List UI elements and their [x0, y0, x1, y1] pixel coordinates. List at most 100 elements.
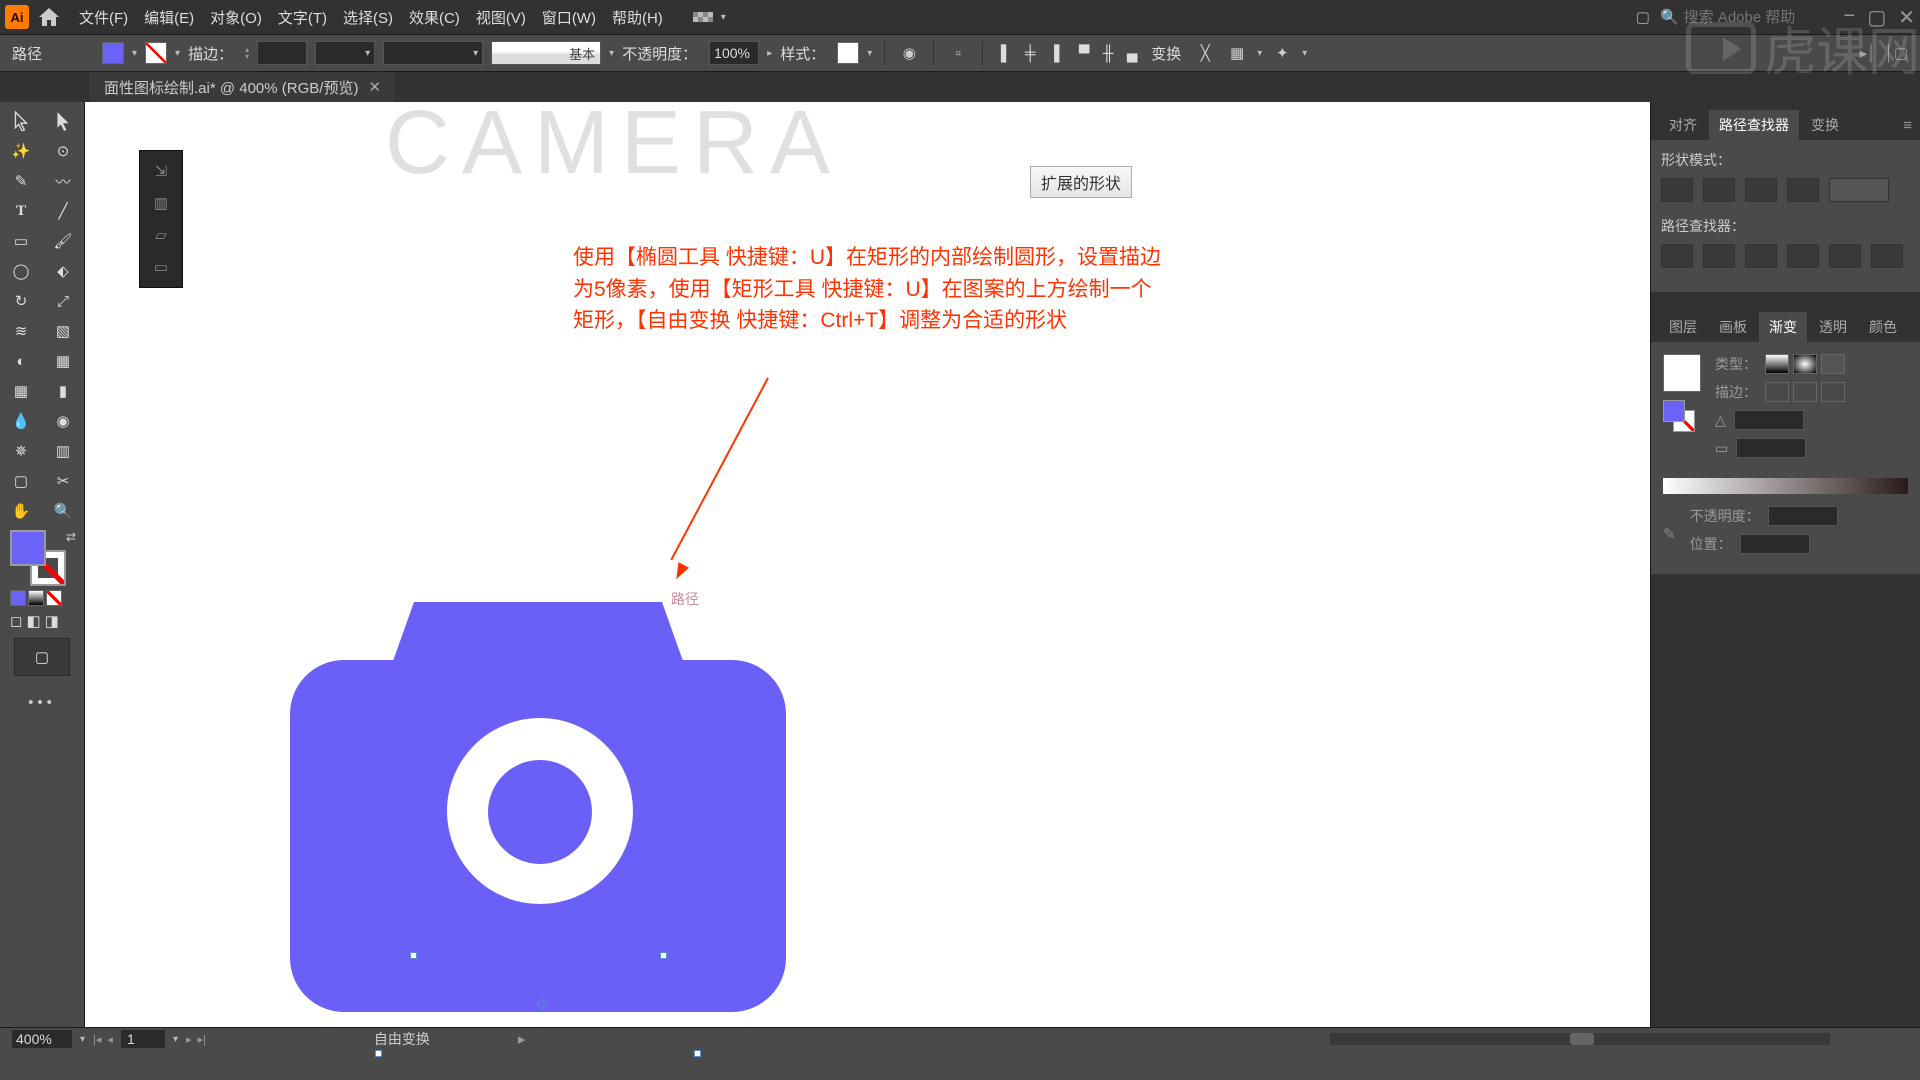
selection-tool[interactable] — [0, 106, 42, 136]
stroke-label[interactable]: 描边： — [188, 43, 233, 64]
mesh-tool[interactable]: ▦ — [0, 376, 42, 406]
menu-effect[interactable]: 效果(C) — [409, 7, 460, 28]
opacity-input[interactable] — [709, 41, 759, 65]
first-artboard-icon[interactable]: |◂ — [93, 1033, 101, 1046]
pen-tool[interactable]: ✎ — [0, 166, 42, 196]
opacity-label[interactable]: 不透明度： — [622, 43, 697, 64]
unite-icon[interactable] — [1661, 178, 1693, 202]
anchor-br[interactable] — [694, 1050, 701, 1057]
menu-select[interactable]: 选择(S) — [343, 7, 393, 28]
artboard-number-input[interactable] — [121, 1030, 165, 1048]
free-transform-icon[interactable]: ▥ — [140, 187, 182, 219]
shape-builder-tool[interactable]: ◐ — [0, 346, 42, 376]
align-bottom-icon[interactable]: ▄ — [1121, 42, 1143, 64]
rectangle-tool[interactable]: ▭ — [0, 226, 42, 256]
draw-inside-icon[interactable]: ◨ — [45, 612, 59, 630]
tab-align[interactable]: 对齐 — [1659, 110, 1707, 140]
free-distort-icon[interactable]: ▭ — [140, 251, 182, 283]
fill-dropdown[interactable]: ▾ — [132, 48, 137, 59]
stroke-weight-input[interactable] — [257, 41, 307, 65]
pref-icon[interactable]: ✦ — [1270, 41, 1294, 65]
fill-indicator[interactable] — [10, 530, 46, 566]
tab-artboards[interactable]: 画板 — [1709, 312, 1757, 342]
artboard-tool[interactable]: ▢ — [0, 466, 42, 496]
zoom-input[interactable] — [12, 1030, 72, 1048]
scrollbar-thumb[interactable] — [1570, 1033, 1594, 1045]
constrain-icon[interactable]: ⇲ — [140, 155, 182, 187]
menu-window[interactable]: 窗口(W) — [542, 7, 596, 28]
stroke-in-icon[interactable] — [1765, 382, 1789, 402]
eraser-tool[interactable]: ⬖ — [42, 256, 84, 286]
menu-view[interactable]: 视图(V) — [476, 7, 526, 28]
draw-normal-icon[interactable]: ◻ — [10, 612, 22, 630]
free-transform-tool[interactable]: ▧ — [42, 316, 84, 346]
draw-behind-icon[interactable]: ◧ — [26, 612, 40, 630]
width-tool[interactable]: ≋ — [0, 316, 42, 346]
color-mode-solid[interactable] — [10, 590, 26, 606]
tab-pathfinder[interactable]: 路径查找器 — [1709, 110, 1799, 140]
status-arrow-icon[interactable]: ▸ — [518, 1030, 526, 1048]
graph-tool[interactable]: ▥ — [42, 436, 84, 466]
gradient-fill-box[interactable] — [1663, 400, 1685, 422]
expand-shape-button[interactable]: 扩展的形状 — [1030, 166, 1132, 198]
swap-fill-stroke-icon[interactable]: ⇄ — [66, 530, 76, 544]
brush-dropdown[interactable]: ▾ — [383, 41, 483, 65]
fill-swatch[interactable] — [102, 42, 124, 64]
stop-position-input[interactable] — [1740, 534, 1810, 554]
menu-help[interactable]: 帮助(H) — [612, 7, 663, 28]
outline-icon[interactable] — [1829, 244, 1861, 268]
gradient-preview[interactable] — [1663, 354, 1701, 392]
camera-lens-inner[interactable] — [488, 760, 592, 864]
direct-selection-tool[interactable] — [42, 106, 84, 136]
align-vcenter-icon[interactable]: ╫ — [1097, 42, 1119, 64]
anchor-tl[interactable] — [410, 952, 417, 959]
crop-icon[interactable] — [1787, 244, 1819, 268]
shaper-tool[interactable]: ◯ — [0, 256, 42, 286]
slice-tool[interactable]: ✂ — [42, 466, 84, 496]
horizontal-scrollbar[interactable] — [1330, 1033, 1830, 1045]
camera-top-shape[interactable] — [414, 602, 662, 692]
gradient-slider[interactable] — [1663, 478, 1908, 494]
symbol-sprayer-tool[interactable]: ✵ — [0, 436, 42, 466]
anchor-tr[interactable] — [660, 952, 667, 959]
brush-style[interactable]: 基本 — [491, 41, 601, 65]
minus-back-icon[interactable] — [1871, 244, 1903, 268]
hand-tool[interactable]: ✋ — [0, 496, 42, 526]
merge-icon[interactable] — [1745, 244, 1777, 268]
align-top-icon[interactable]: ▀ — [1073, 42, 1095, 64]
curvature-tool[interactable]: 〰 — [42, 166, 84, 196]
eyedropper-icon[interactable]: ✎ — [1663, 525, 1676, 543]
paintbrush-tool[interactable]: 🖌 — [42, 226, 84, 256]
tab-transform[interactable]: 变换 — [1801, 110, 1849, 140]
scale-tool[interactable]: ⤢ — [42, 286, 84, 316]
shape-icon[interactable]: ╳ — [1193, 41, 1217, 65]
divide-icon[interactable] — [1661, 244, 1693, 268]
close-tab-icon[interactable]: ✕ — [368, 78, 381, 96]
document-tab[interactable]: 面性图标绘制.ai* @ 400% (RGB/预览) ✕ — [90, 72, 395, 102]
align-left-icon[interactable]: ▌ — [995, 42, 1017, 64]
expand-button[interactable] — [1829, 178, 1889, 202]
workspace-dropdown[interactable]: ▾ — [721, 12, 726, 23]
type-tool[interactable]: T — [0, 196, 42, 226]
tab-color[interactable]: 颜色 — [1859, 312, 1907, 342]
stroke-across-icon[interactable] — [1821, 382, 1845, 402]
minus-front-icon[interactable] — [1703, 178, 1735, 202]
color-mode-none[interactable] — [46, 590, 62, 606]
gradient-tool[interactable]: ▮ — [42, 376, 84, 406]
tab-gradient[interactable]: 渐变 — [1759, 312, 1807, 342]
intersect-icon[interactable] — [1745, 178, 1777, 202]
magic-wand-tool[interactable]: ✨ — [0, 136, 42, 166]
menu-object[interactable]: 对象(O) — [210, 7, 262, 28]
menu-type[interactable]: 文字(T) — [278, 7, 327, 28]
line-tool[interactable]: ╱ — [42, 196, 84, 226]
prev-artboard-icon[interactable]: ◂ — [107, 1033, 113, 1046]
aspect-input[interactable] — [1736, 438, 1806, 458]
fill-stroke-indicator[interactable]: ⇄ — [0, 526, 84, 590]
perspective-tool[interactable]: ▦ — [42, 346, 84, 376]
tab-transparency[interactable]: 透明 — [1809, 312, 1857, 342]
zoom-dropdown[interactable]: ▾ — [80, 1034, 85, 1045]
arrange-docs-icon[interactable]: ▢ — [1636, 8, 1650, 26]
align-to-icon[interactable]: ▫ — [946, 41, 970, 65]
menu-edit[interactable]: 编辑(E) — [144, 7, 194, 28]
zoom-tool[interactable]: 🔍 — [42, 496, 84, 526]
